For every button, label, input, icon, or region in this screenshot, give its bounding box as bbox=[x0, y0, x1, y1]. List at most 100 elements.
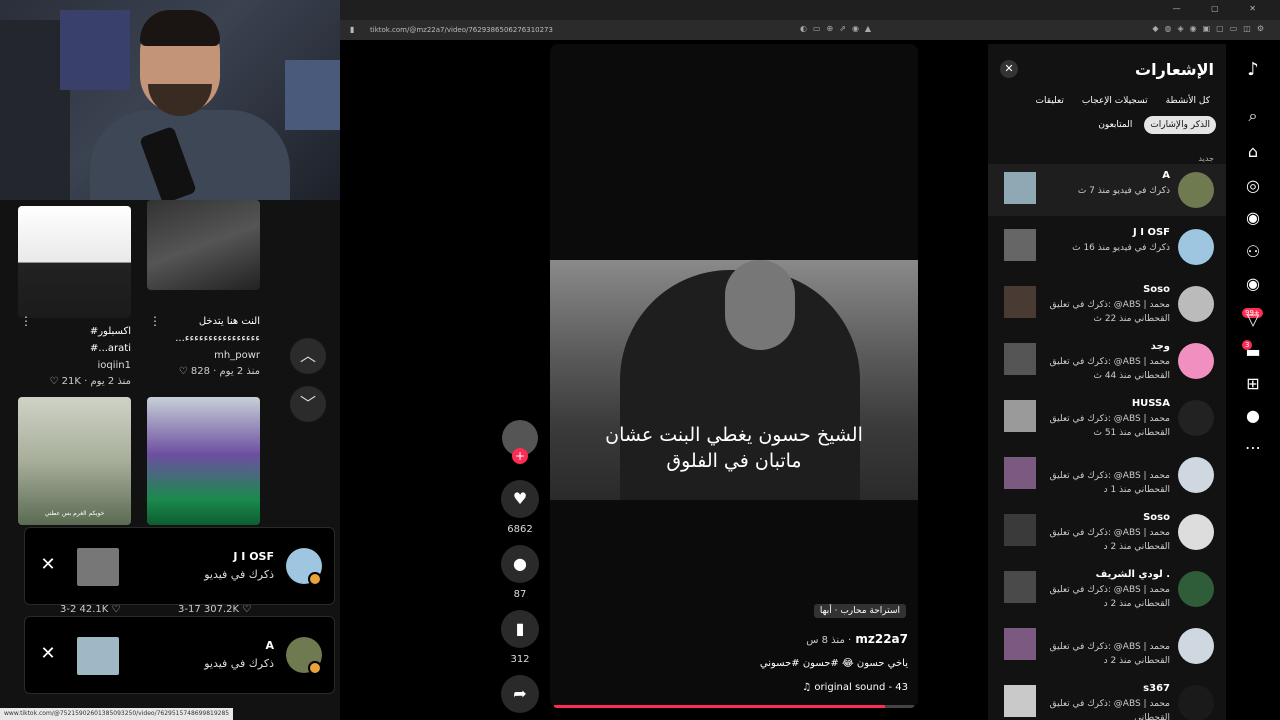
notification-item[interactable]: s367 ذكرك في تعليق: @ABS | محمد القحطاني bbox=[988, 677, 1226, 720]
home-icon[interactable]: ⌂ bbox=[1241, 140, 1265, 164]
notification-text: ذكرك في فيديو منذ 7 ث bbox=[1077, 186, 1170, 196]
avatar[interactable] bbox=[1178, 457, 1214, 493]
heart-icon[interactable]: ♥ bbox=[501, 480, 539, 518]
notification-item[interactable]: A ذكرك في فيديو منذ 7 ث bbox=[988, 164, 1226, 216]
video-meta: ♡ 828 · منذ 2 يوم bbox=[178, 366, 260, 377]
notification-item[interactable]: لودي الشريف . ذكرك في تعليق: @ABS | محمد… bbox=[988, 563, 1226, 615]
video-title[interactable]: #اكسبلور bbox=[18, 326, 131, 337]
notification-user[interactable]: A bbox=[1162, 170, 1170, 181]
notification-item[interactable]: وجد ذكرك في تعليق: @ABS | محمد القحطاني … bbox=[988, 335, 1226, 387]
thumbnail-caption: خويكم الغرم بس عطني bbox=[44, 510, 105, 517]
sound-link[interactable]: ♫ original sound - 43 bbox=[802, 682, 908, 693]
notification-user[interactable]: Soso bbox=[1143, 284, 1170, 295]
notification-user[interactable]: لودي الشريف . bbox=[1096, 569, 1170, 580]
notification-item[interactable]: HUSSA ذكرك في تعليق: @ABS | محمد القحطان… bbox=[988, 392, 1226, 444]
close-icon[interactable]: ✕ bbox=[37, 643, 59, 665]
video-title[interactable]: النت هنا يتدخل bbox=[147, 316, 260, 327]
video-author-info[interactable]: منذ 8 س · mz22a7 bbox=[806, 632, 908, 646]
video-thumbnail[interactable] bbox=[18, 206, 131, 318]
notification-text: ذكرك في تعليق: @ABS | محمد القحطاني منذ … bbox=[1049, 471, 1170, 495]
avatar[interactable] bbox=[1178, 571, 1214, 607]
notification-item[interactable]: Soso ذكرك في تعليق: @ABS | محمد القحطاني… bbox=[988, 506, 1226, 558]
notification-user[interactable]: وجد bbox=[1151, 341, 1170, 352]
avatar[interactable] bbox=[1178, 685, 1214, 720]
window-controls[interactable]: — ▢ ✕ bbox=[1173, 4, 1270, 13]
notification-item[interactable]: ذكرك في تعليق: @ABS | محمد القحطاني منذ … bbox=[988, 620, 1226, 672]
video-card[interactable]: النت هنا يتدخل ...ءءءءءءءءءءءءءءءء mh_po… bbox=[147, 200, 260, 377]
user-avatar-icon[interactable]: ● bbox=[1241, 404, 1265, 428]
avatar[interactable] bbox=[1178, 172, 1214, 208]
comment-action[interactable]: ● 87 bbox=[500, 545, 540, 600]
video-title-line2[interactable]: ...ءءءءءءءءءءءءءءءء bbox=[147, 333, 260, 344]
title-bar: — ▢ ✕ bbox=[340, 0, 1280, 20]
address-bar[interactable]: ▮ tiktok.com/@mz22a7/video/7629386506276… bbox=[340, 20, 1280, 40]
video-description[interactable]: ياخي حسون 😂 #حسون #حسوني bbox=[760, 658, 908, 669]
avatar[interactable] bbox=[1178, 343, 1214, 379]
notification-user[interactable]: HUSSA bbox=[1132, 398, 1170, 409]
video-card[interactable]: خويكم الغرم بس عطني bbox=[18, 397, 131, 525]
notification-item[interactable]: J I OSF ذكرك في فيديو منذ 16 ث bbox=[988, 221, 1226, 273]
video-thumbnail[interactable] bbox=[147, 200, 260, 290]
more-options-icon[interactable]: ⋮ bbox=[149, 314, 161, 328]
avatar[interactable] bbox=[1178, 514, 1214, 550]
more-icon[interactable]: ⋯ bbox=[1241, 436, 1265, 460]
creator-avatar[interactable]: + bbox=[502, 420, 538, 464]
follow-plus-icon[interactable]: + bbox=[512, 448, 528, 464]
video-card[interactable]: #اكسبلور #...arati ioqiin1 ♡ 21K · منذ 2… bbox=[18, 206, 131, 387]
video-card[interactable] bbox=[147, 397, 260, 525]
upload-icon[interactable]: ⊞ bbox=[1241, 372, 1265, 396]
bookmark-icon[interactable]: ▮ bbox=[350, 25, 354, 34]
toast-notification[interactable]: ✕ J I OSF ذكرك في فيديو bbox=[24, 527, 335, 605]
avatar[interactable] bbox=[1178, 400, 1214, 436]
location-tag[interactable]: استراحة محارب · أبها bbox=[813, 604, 906, 618]
notification-item[interactable]: Soso ذكرك في تعليق: @ABS | محمد القحطاني… bbox=[988, 278, 1226, 330]
next-video-button[interactable]: ﹀ bbox=[290, 386, 326, 422]
avatar[interactable] bbox=[1178, 628, 1214, 664]
author-handle[interactable]: mz22a7 bbox=[855, 632, 908, 646]
close-icon[interactable]: ✕ bbox=[37, 554, 59, 576]
video-thumbnail[interactable] bbox=[147, 397, 260, 525]
extension-icons[interactable]: ◆◍◈◉▣▢▭◫⚙ bbox=[1152, 24, 1270, 33]
messages-icon[interactable]: ▬ bbox=[1241, 340, 1265, 364]
video-title-line2[interactable]: #...arati bbox=[18, 343, 131, 354]
save-action[interactable]: ▮ 312 bbox=[500, 610, 540, 665]
caption-line: الشيخ حسون يغطي البنت عشان bbox=[605, 424, 863, 446]
search-icon[interactable]: ⌕ bbox=[1241, 104, 1265, 128]
toast-user-name: A bbox=[265, 639, 274, 652]
share-icon[interactable]: ➦ bbox=[501, 675, 539, 713]
notification-user[interactable]: J I OSF bbox=[1133, 227, 1170, 238]
tab-all-activity[interactable]: كل الأنشطة bbox=[1160, 92, 1216, 110]
comment-icon[interactable]: ● bbox=[501, 545, 539, 583]
video-author[interactable]: mh_powr bbox=[147, 350, 260, 361]
notification-user[interactable]: s367 bbox=[1143, 683, 1170, 694]
tab-likes[interactable]: تسجيلات الإعجاب bbox=[1076, 92, 1154, 110]
close-icon[interactable]: ✕ bbox=[1000, 60, 1018, 78]
background-panel bbox=[60, 10, 130, 90]
notification-user[interactable]: Soso bbox=[1143, 512, 1170, 523]
avatar[interactable] bbox=[1178, 229, 1214, 265]
tab-followers[interactable]: المتابعون bbox=[1092, 116, 1138, 134]
toast-notification[interactable]: ✕ A ذكرك في فيديو bbox=[24, 616, 335, 694]
share-action[interactable]: ➦ 4674 bbox=[500, 675, 540, 720]
following-icon[interactable]: ⚇ bbox=[1241, 240, 1265, 264]
notification-item[interactable]: ذكرك في تعليق: @ABS | محمد القحطاني منذ … bbox=[988, 449, 1226, 501]
tab-comments[interactable]: تعليقات bbox=[1030, 92, 1070, 110]
video-thumbnail[interactable]: خويكم الغرم بس عطني bbox=[18, 397, 131, 525]
tiktok-logo-icon[interactable]: ♪ bbox=[1241, 58, 1265, 82]
bookmark-icon[interactable]: ▮ bbox=[501, 610, 539, 648]
page-action-icons[interactable]: ◐▭⊕⇗◉▲ bbox=[800, 24, 877, 33]
profile-avatar-icon[interactable]: ◉ bbox=[1241, 272, 1265, 296]
video-progress-bar[interactable] bbox=[554, 705, 914, 708]
tab-mentions[interactable]: الذكر والإشارات bbox=[1144, 116, 1216, 134]
like-action[interactable]: ♥ 6862 bbox=[500, 480, 540, 535]
panel-title: الإشعارات bbox=[1135, 60, 1214, 79]
previous-video-button[interactable]: ︿ bbox=[290, 338, 326, 374]
live-avatar-icon[interactable]: ◉ bbox=[1241, 206, 1265, 230]
inbox-icon[interactable]: ▽ bbox=[1241, 308, 1265, 332]
explore-icon[interactable]: ◎ bbox=[1241, 174, 1265, 198]
video-player[interactable]: الشيخ حسون يغطي البنت عشان ماتبان في الف… bbox=[550, 44, 918, 708]
more-options-icon[interactable]: ⋮ bbox=[20, 314, 32, 328]
avatar[interactable] bbox=[1178, 286, 1214, 322]
video-author[interactable]: ioqiin1 bbox=[18, 360, 131, 371]
background-poster bbox=[285, 60, 340, 130]
